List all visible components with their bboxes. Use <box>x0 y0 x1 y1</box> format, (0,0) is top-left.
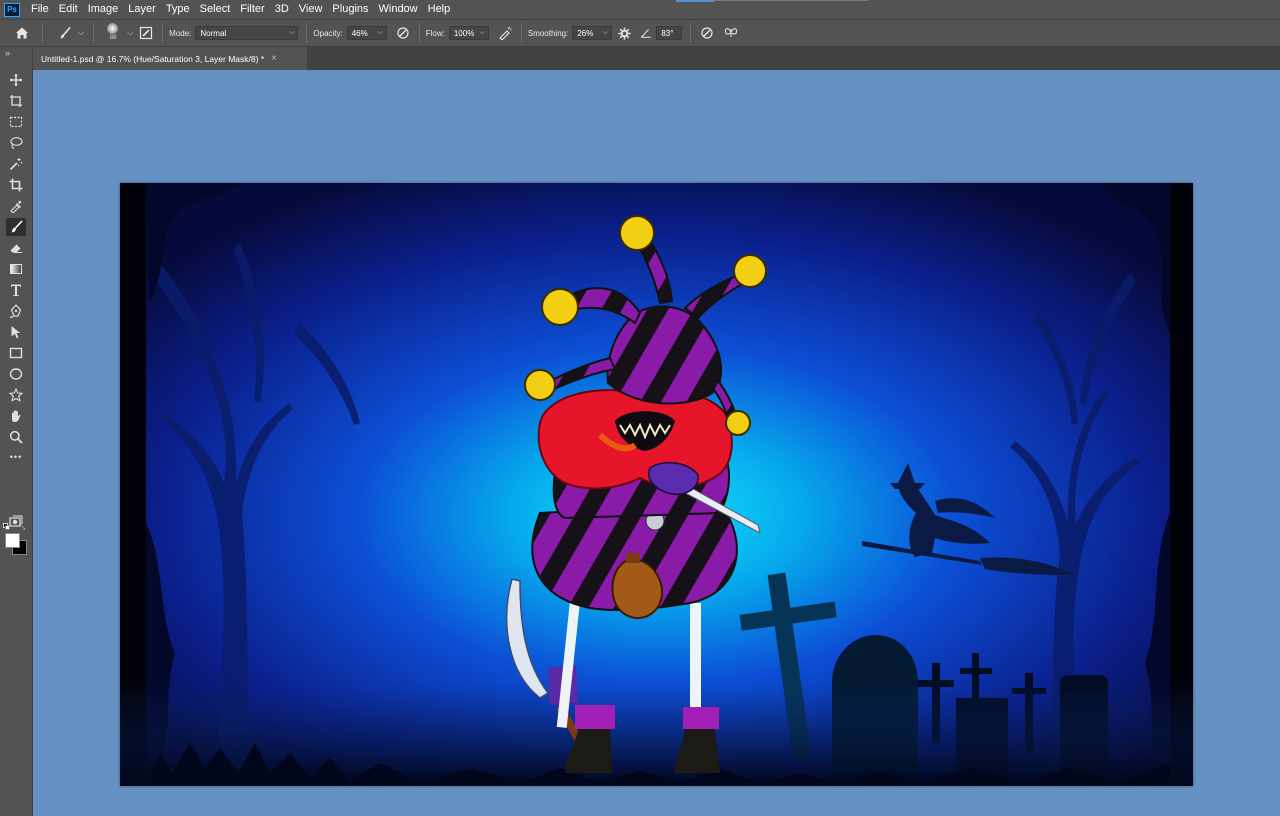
smoothing-chevron-down-icon: ⌵ <box>603 29 609 36</box>
options-separator <box>162 23 164 43</box>
smoothing-value: 26% <box>577 28 594 38</box>
menu-image[interactable]: Image <box>83 0 124 19</box>
brush-size-value: 88 <box>109 35 117 41</box>
options-separator <box>690 23 692 43</box>
crop-tool-icon[interactable] <box>6 176 26 194</box>
angle-input[interactable]: 83° <box>656 26 683 40</box>
menu-3d[interactable]: 3D <box>270 0 294 19</box>
pressure-size-icon[interactable] <box>697 23 717 43</box>
flow-label: Flow: <box>425 28 445 38</box>
flow-input[interactable]: 100% ⌵ <box>448 26 489 40</box>
ellipse-tool-icon[interactable] <box>6 365 26 383</box>
document-tab[interactable]: Untitled-1.psd @ 16.7% (Hue/Saturation 3… <box>33 47 307 70</box>
flow-chevron-down-icon: ⌵ <box>479 29 485 36</box>
angle-value: 83° <box>661 28 674 38</box>
menu-filter[interactable]: Filter <box>235 0 269 19</box>
menu-bar: Ps File Edit Image Layer Type Select Fil… <box>0 0 1280 19</box>
menu-view[interactable]: View <box>294 0 328 19</box>
close-icon[interactable]: × <box>271 53 277 64</box>
smoothing-input[interactable]: 26% ⌵ <box>572 26 613 40</box>
menu-help[interactable]: Help <box>423 0 456 19</box>
options-separator <box>520 23 522 43</box>
mode-chevron-down-icon: ⌵ <box>289 29 295 36</box>
photoshop-window: Ps File Edit Image Layer Type Select Fil… <box>0 0 1280 816</box>
zoom-tool-icon[interactable] <box>6 428 26 446</box>
quick-mask-icon[interactable] <box>6 512 26 530</box>
move-tool-icon[interactable] <box>6 71 26 89</box>
custom-shape-tool-icon[interactable] <box>6 386 26 404</box>
brush-angle-icon <box>636 23 656 43</box>
menu-select[interactable]: Select <box>195 0 236 19</box>
more-tools-icon[interactable]: ••• <box>6 448 26 466</box>
mode-label: Mode: <box>169 28 192 38</box>
mode-value: Normal <box>200 28 227 38</box>
lasso-tool-icon[interactable] <box>6 134 26 152</box>
collapse-toolbar-icon[interactable]: » <box>5 48 10 58</box>
document-canvas[interactable] <box>120 183 1193 786</box>
brush-tool-icon[interactable] <box>6 218 26 236</box>
brush-size-chevron-down-icon[interactable]: ⌵ <box>127 28 133 38</box>
options-bar: ⌵ 88 ⌵ Mode: Normal ⌵ Opacity: 46% ⌵ Flo… <box>0 19 1280 47</box>
menu-edit[interactable]: Edit <box>54 0 83 19</box>
menu-type[interactable]: Type <box>161 0 195 19</box>
smoothing-label: Smoothing: <box>527 28 569 38</box>
mode-select[interactable]: Normal ⌵ <box>195 26 299 40</box>
rectangular-marquee-tool-icon[interactable] <box>6 113 26 131</box>
magic-wand-tool-icon[interactable] <box>6 155 26 173</box>
title-accent-bar <box>676 0 714 2</box>
document-tab-bar: Untitled-1.psd @ 16.7% (Hue/Saturation 3… <box>33 47 1280 70</box>
flow-value: 100% <box>453 28 475 38</box>
rectangle-tool-icon[interactable] <box>6 344 26 362</box>
options-separator <box>306 23 308 43</box>
foreground-color-swatch[interactable] <box>5 533 20 548</box>
brush-preset-chevron-down-icon[interactable]: ⌵ <box>78 28 84 38</box>
path-selection-tool-icon[interactable] <box>6 323 26 341</box>
opacity-input[interactable]: 46% ⌵ <box>346 26 387 40</box>
artboard-tool-icon[interactable] <box>6 92 26 110</box>
menu-plugins[interactable]: Plugins <box>327 0 373 19</box>
gradient-tool-icon[interactable] <box>6 260 26 278</box>
pen-tool-icon[interactable] <box>6 302 26 320</box>
airbrush-icon[interactable] <box>495 23 515 43</box>
home-icon[interactable] <box>12 23 32 43</box>
brush-settings-panel-icon[interactable] <box>136 23 156 43</box>
type-tool-icon[interactable] <box>6 281 26 299</box>
halloween-jester-artwork <box>120 183 1193 786</box>
soft-brush-tip-icon <box>107 23 119 34</box>
opacity-label: Opacity: <box>313 28 343 38</box>
menu-layer[interactable]: Layer <box>123 0 161 19</box>
tools-panel: » ••• ⤡ <box>0 47 33 816</box>
opacity-chevron-down-icon: ⌵ <box>377 29 383 36</box>
options-separator <box>418 23 420 43</box>
eyedropper-tool-icon[interactable] <box>6 197 26 215</box>
gear-icon[interactable] <box>614 23 634 43</box>
opacity-value: 46% <box>351 28 368 38</box>
brush-tool-preset-icon[interactable] <box>55 23 75 43</box>
menu-window[interactable]: Window <box>374 0 423 19</box>
title-accent-line <box>714 0 868 1</box>
symmetry-butterfly-icon[interactable] <box>721 23 741 43</box>
document-tab-title: Untitled-1.psd @ 16.7% (Hue/Saturation 3… <box>41 53 265 64</box>
options-separator <box>93 23 95 43</box>
options-separator <box>42 23 43 43</box>
photoshop-logo: Ps <box>4 2 20 17</box>
brush-size-preview[interactable]: 88 <box>102 21 124 45</box>
canvas-workspace[interactable] <box>33 70 1280 816</box>
hand-tool-icon[interactable] <box>6 407 26 425</box>
eraser-tool-icon[interactable] <box>6 239 26 257</box>
menu-file[interactable]: File <box>26 0 54 19</box>
pressure-opacity-icon[interactable] <box>393 23 413 43</box>
